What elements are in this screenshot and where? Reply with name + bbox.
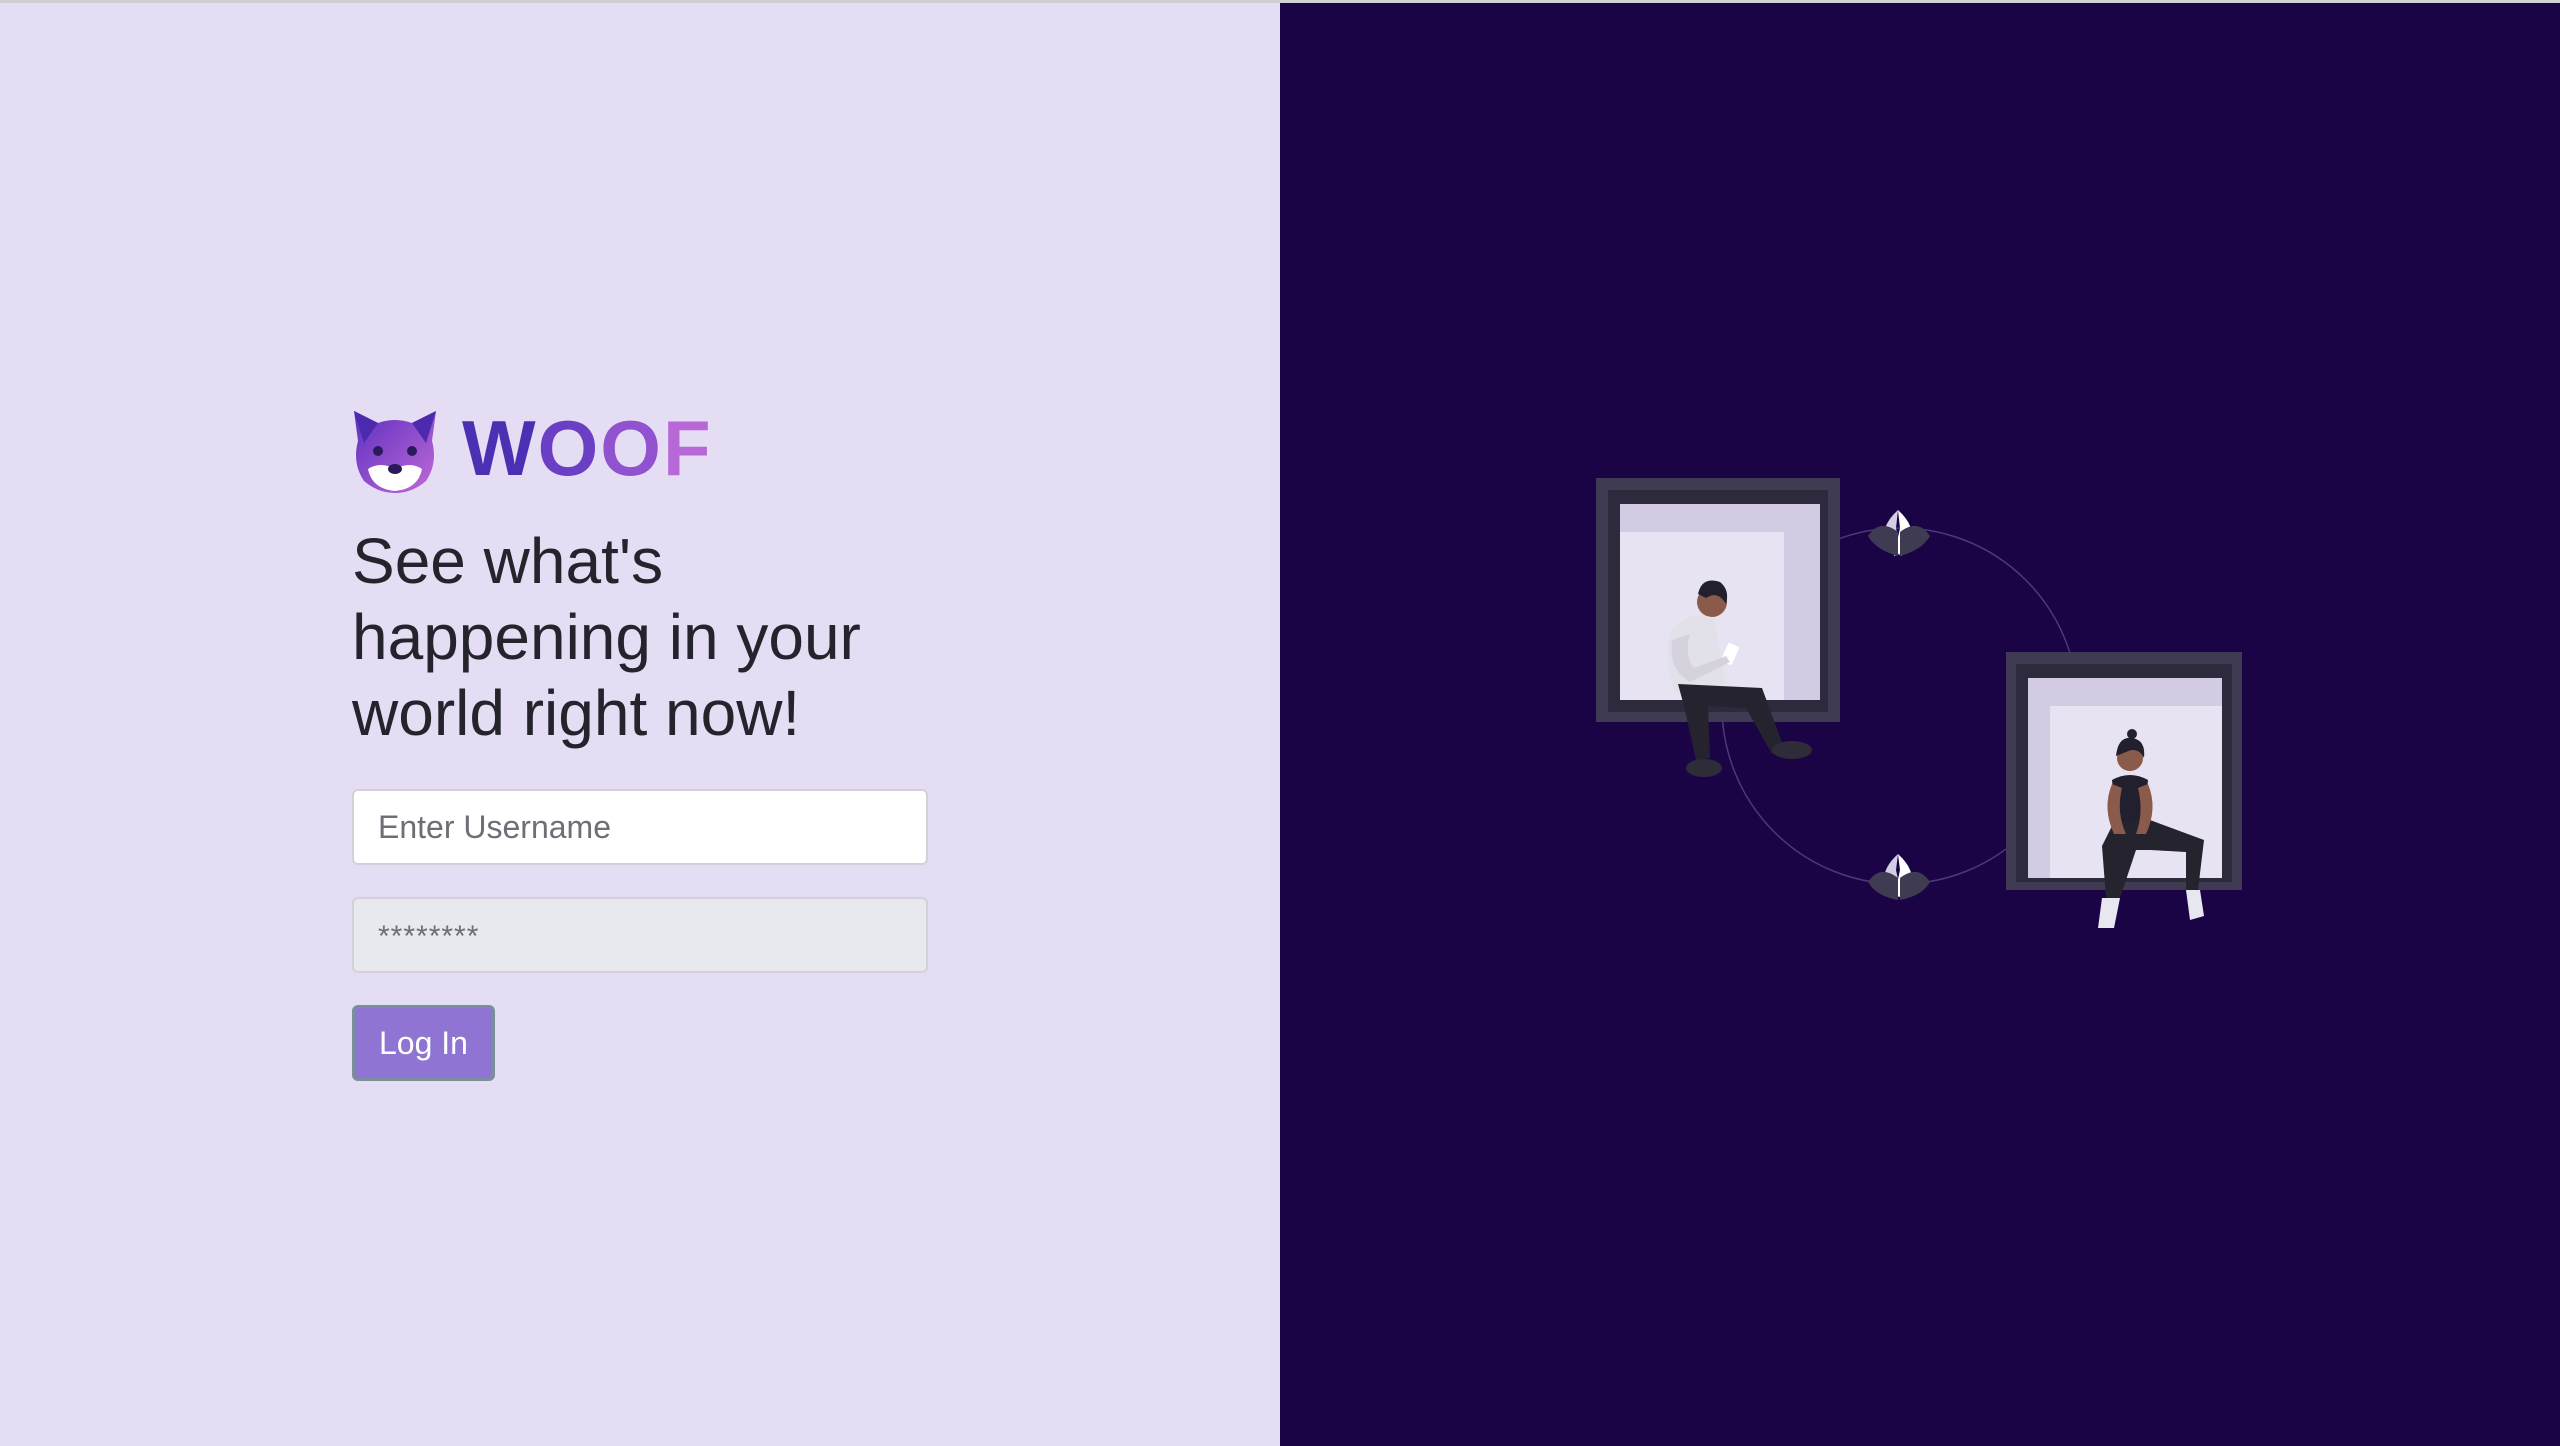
brand-name: WOOF bbox=[462, 409, 713, 487]
password-input[interactable] bbox=[352, 897, 928, 973]
illustration-panel bbox=[1280, 3, 2560, 1446]
brand-header: WOOF bbox=[352, 403, 932, 493]
dog-face-icon bbox=[354, 411, 436, 493]
people-at-windows-illustration bbox=[1596, 478, 2242, 928]
page-headline: See what's happening in your world right… bbox=[352, 525, 861, 749]
username-input[interactable] bbox=[352, 789, 928, 865]
login-panel: WOOF See what's happening in your world … bbox=[0, 3, 1280, 1446]
login-form-container: WOOF See what's happening in your world … bbox=[352, 403, 932, 1081]
brand-letter: W bbox=[462, 404, 538, 492]
login-button[interactable]: Log In bbox=[352, 1005, 495, 1081]
brand-letter: O bbox=[600, 404, 663, 492]
brand-letter: O bbox=[537, 404, 601, 492]
brand-letter: F bbox=[662, 404, 713, 492]
